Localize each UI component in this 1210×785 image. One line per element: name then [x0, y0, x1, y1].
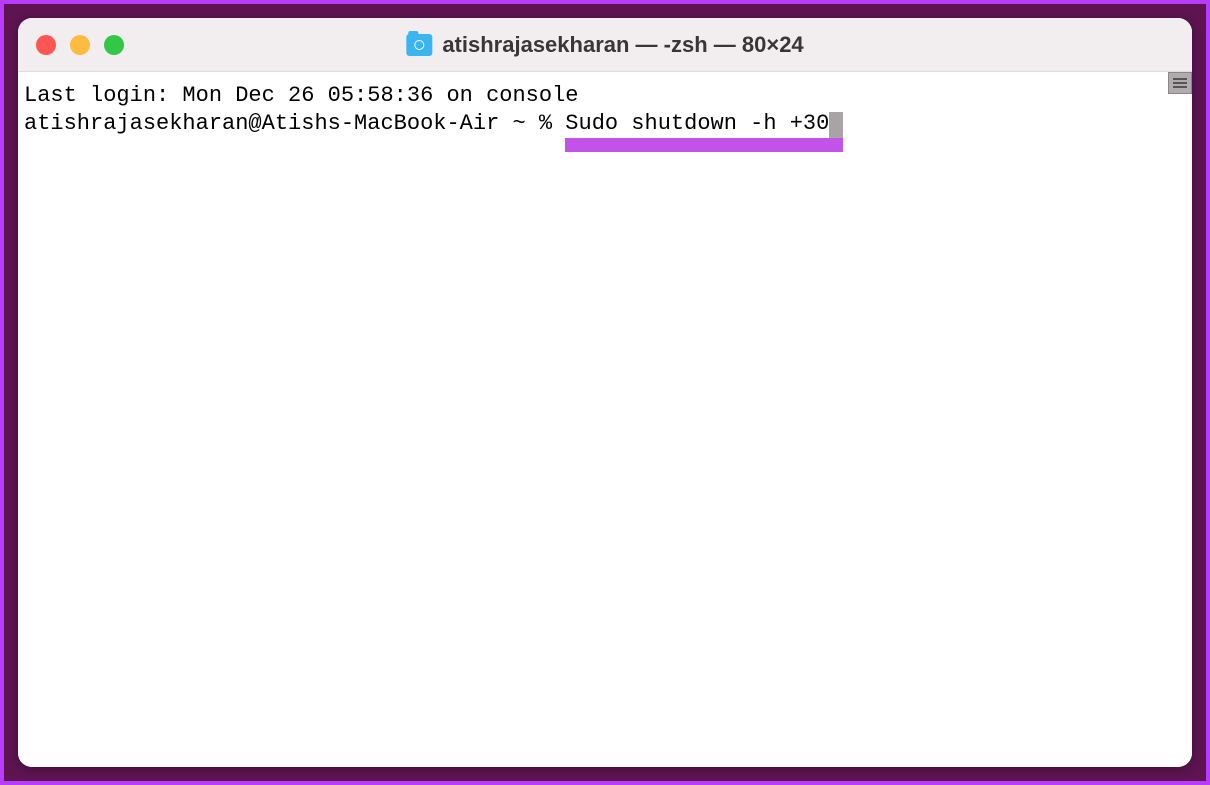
last-login-line: Last login: Mon Dec 26 05:58:36 on conso… [24, 82, 1186, 110]
traffic-lights [36, 35, 124, 55]
command-line: atishrajasekharan@Atishs-MacBook-Air ~ %… [24, 110, 1186, 138]
title-bar: atishrajasekharan — -zsh — 80×24 [18, 18, 1192, 72]
command-input[interactable]: Sudo shutdown -h +30 [565, 110, 829, 138]
prompt-text: atishrajasekharan@Atishs-MacBook-Air ~ % [24, 111, 565, 136]
scrollbar-track[interactable] [1168, 72, 1192, 767]
scrollbar-indicator-icon[interactable] [1168, 72, 1192, 94]
title-content: atishrajasekharan — -zsh — 80×24 [406, 32, 803, 58]
terminal-window: atishrajasekharan — -zsh — 80×24 Last lo… [18, 18, 1192, 767]
command-value: Sudo shutdown -h +30 [565, 111, 829, 136]
terminal-body[interactable]: Last login: Mon Dec 26 05:58:36 on conso… [18, 72, 1192, 767]
minimize-button[interactable] [70, 35, 90, 55]
close-button[interactable] [36, 35, 56, 55]
cursor [829, 112, 843, 138]
folder-icon [406, 34, 432, 56]
maximize-button[interactable] [104, 35, 124, 55]
window-title: atishrajasekharan — -zsh — 80×24 [442, 32, 803, 58]
highlight-underline [565, 138, 843, 152]
